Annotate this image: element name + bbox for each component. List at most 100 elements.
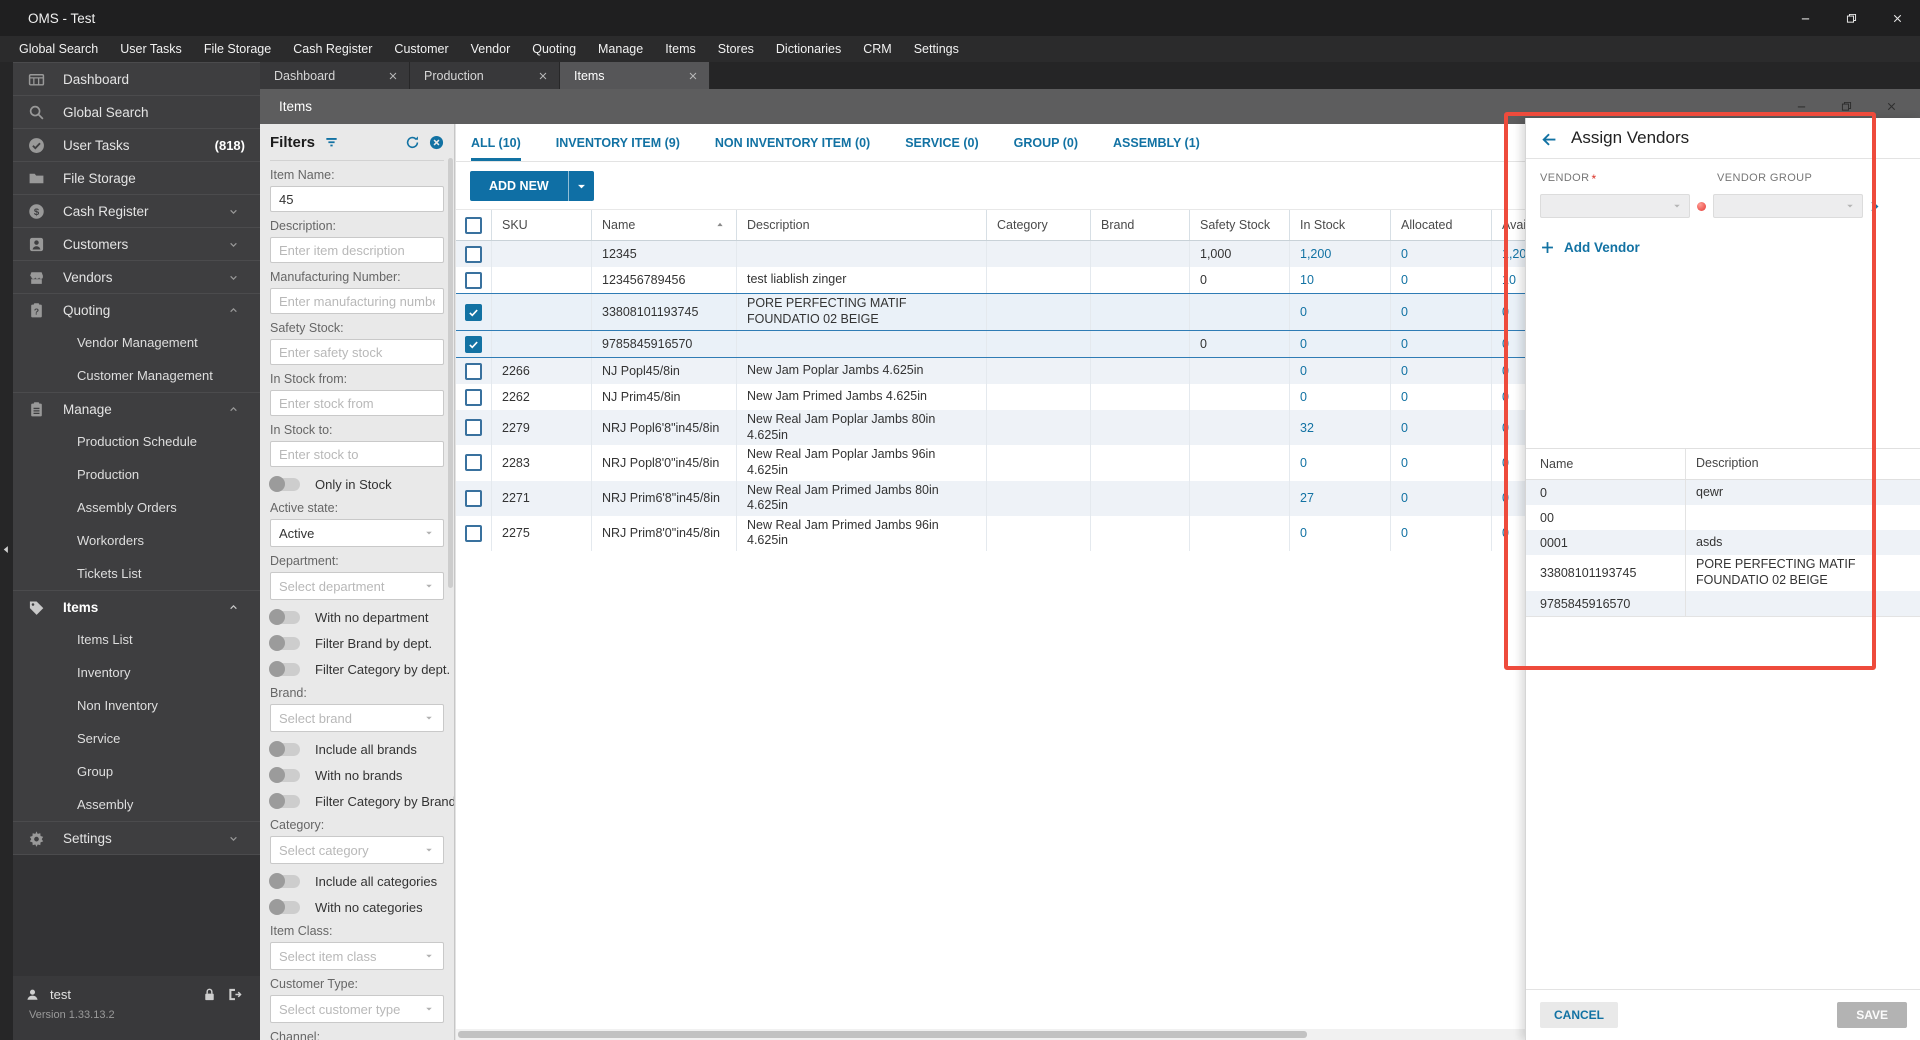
sidebar-item-non-inventory[interactable]: Non Inventory xyxy=(13,689,260,722)
column-header-allocated[interactable]: Allocated xyxy=(1391,210,1492,240)
only-in-stock-toggle[interactable]: Only in Stock xyxy=(269,475,444,493)
type-tab-all-10[interactable]: ALL (10) xyxy=(471,124,521,161)
sidebar-item-items-list[interactable]: Items List xyxy=(13,623,260,656)
sidebar-item-service[interactable]: Service xyxy=(13,722,260,755)
in-stock-to-input[interactable] xyxy=(270,441,444,467)
menu-item-quoting[interactable]: Quoting xyxy=(521,42,587,56)
vendor-select[interactable] xyxy=(1540,194,1690,218)
type-tab-non-inventory-item-0[interactable]: NON INVENTORY ITEM (0) xyxy=(715,124,870,161)
add-vendor-button[interactable]: Add Vendor xyxy=(1540,240,1920,255)
sidebar-item-production-schedule[interactable]: Production Schedule xyxy=(13,425,260,458)
column-header-name[interactable]: Name xyxy=(592,210,737,240)
toggle-pill[interactable] xyxy=(269,766,300,783)
sidebar-item-assembly[interactable]: Assembly xyxy=(13,788,260,821)
sidebar-item-manage[interactable]: Manage xyxy=(13,392,260,425)
minimize-button[interactable] xyxy=(1782,0,1828,36)
type-tab-inventory-item-9[interactable]: INVENTORY ITEM (9) xyxy=(556,124,680,161)
select-all-checkbox[interactable] xyxy=(465,216,482,234)
type-tab-service-0[interactable]: SERVICE (0) xyxy=(905,124,978,161)
row-checkbox[interactable] xyxy=(465,489,482,507)
close-icon[interactable] xyxy=(687,70,699,82)
toggle-pill[interactable] xyxy=(269,740,300,757)
menu-item-customer[interactable]: Customer xyxy=(383,42,459,56)
menu-item-cash-register[interactable]: Cash Register xyxy=(282,42,383,56)
refresh-filters-button[interactable] xyxy=(405,135,420,150)
row-checkbox[interactable] xyxy=(465,271,482,289)
sidebar-item-group[interactable]: Group xyxy=(13,755,260,788)
safety-stock-input[interactable] xyxy=(270,339,444,365)
toggle-pill[interactable] xyxy=(269,608,300,625)
cancel-button[interactable]: CANCEL xyxy=(1540,1002,1618,1028)
logout-button[interactable] xyxy=(227,987,242,1002)
row-checkbox[interactable] xyxy=(465,303,482,321)
column-header-brand[interactable]: Brand xyxy=(1091,210,1190,240)
include-all-brands-toggle[interactable]: Include all brands xyxy=(269,740,444,758)
toggle-pill[interactable] xyxy=(269,475,300,492)
restore-button[interactable] xyxy=(1828,0,1874,36)
sidebar-item-customers[interactable]: Customers xyxy=(13,227,260,260)
sidebar-item-dashboard[interactable]: Dashboard xyxy=(13,62,260,95)
sidebar-item-vendors[interactable]: Vendors xyxy=(13,260,260,293)
include-all-categories-toggle[interactable]: Include all categories xyxy=(269,872,444,890)
item-class-select[interactable]: Select item class xyxy=(270,942,444,970)
column-header-sku[interactable]: SKU xyxy=(492,210,592,240)
vendor-row[interactable]: 33808101193745 PORE PERFECTING MATIF FOUN… xyxy=(1526,555,1920,591)
menu-item-file-storage[interactable]: File Storage xyxy=(193,42,282,56)
column-header-description[interactable]: Description xyxy=(737,210,987,240)
vendor-group-select[interactable] xyxy=(1713,194,1863,218)
menu-item-stores[interactable]: Stores xyxy=(707,42,765,56)
select-all-header[interactable] xyxy=(456,210,492,240)
sidebar-item-production[interactable]: Production xyxy=(13,458,260,491)
department-select[interactable]: Select department xyxy=(270,572,444,600)
sidebar-item-global-search[interactable]: Global Search xyxy=(13,95,260,128)
vendor-row[interactable]: 0 qewr xyxy=(1526,480,1920,505)
manufacturing-number-input[interactable] xyxy=(270,288,444,314)
category-select[interactable]: Select category xyxy=(270,836,444,864)
with-no-categories-toggle[interactable]: With no categories xyxy=(269,898,444,916)
item-name-input[interactable] xyxy=(270,186,444,212)
row-checkbox[interactable] xyxy=(465,419,482,437)
sidebar-item-file-storage[interactable]: File Storage xyxy=(13,161,260,194)
type-tab-assembly-1[interactable]: ASSEMBLY (1) xyxy=(1113,124,1200,161)
row-checkbox[interactable] xyxy=(465,524,482,542)
in-stock-from-input[interactable] xyxy=(270,390,444,416)
menu-item-global-search[interactable]: Global Search xyxy=(8,42,109,56)
close-button[interactable] xyxy=(1874,0,1920,36)
row-checkbox[interactable] xyxy=(465,362,482,380)
scrollbar-thumb[interactable] xyxy=(458,1031,1308,1038)
sidebar-item-cash-register[interactable]: $ Cash Register xyxy=(13,194,260,227)
add-new-button[interactable]: ADD NEW xyxy=(470,171,568,201)
filter-category-by-dept-toggle[interactable]: Filter Category by dept. xyxy=(269,660,450,678)
clear-filters-button[interactable] xyxy=(429,135,444,150)
vendor-column-header-description[interactable]: Description xyxy=(1686,449,1920,479)
column-header-safety-stock[interactable]: Safety Stock xyxy=(1190,210,1290,240)
tab-items[interactable]: Items xyxy=(560,62,710,89)
sidebar-item-inventory[interactable]: Inventory xyxy=(13,656,260,689)
vendor-row[interactable]: 9785845916570 xyxy=(1526,591,1920,617)
menu-item-user-tasks[interactable]: User Tasks xyxy=(109,42,193,56)
brand-select[interactable]: Select brand xyxy=(270,704,444,732)
row-checkbox[interactable] xyxy=(465,245,482,263)
sidebar-item-workorders[interactable]: Workorders xyxy=(13,524,260,557)
filters-scrollbar-thumb[interactable] xyxy=(448,158,453,588)
sidebar-item-assembly-orders[interactable]: Assembly Orders xyxy=(13,491,260,524)
toggle-pill[interactable] xyxy=(269,660,300,677)
column-header-in-stock[interactable]: In Stock xyxy=(1290,210,1391,240)
description-input[interactable] xyxy=(270,237,444,263)
row-checkbox[interactable] xyxy=(465,388,482,406)
filter-brand-by-dept-toggle[interactable]: Filter Brand by dept. xyxy=(269,634,444,652)
back-button[interactable] xyxy=(1540,130,1557,147)
sidebar-item-settings[interactable]: Settings xyxy=(13,821,260,854)
menu-item-vendor[interactable]: Vendor xyxy=(460,42,522,56)
menu-item-manage[interactable]: Manage xyxy=(587,42,654,56)
with-no-department-toggle[interactable]: With no department xyxy=(269,608,444,626)
row-checkbox[interactable] xyxy=(465,335,482,353)
sidebar-item-user-tasks[interactable]: User Tasks (818) xyxy=(13,128,260,161)
filter-category-by-brand-toggle[interactable]: Filter Category by Brand xyxy=(269,792,454,810)
row-checkbox[interactable] xyxy=(465,454,482,472)
customer-type-select[interactable]: Select customer type xyxy=(270,995,444,1023)
chevron-right-icon[interactable] xyxy=(1868,200,1881,213)
sidebar-collapse-button[interactable] xyxy=(1,544,12,555)
sidebar-item-quoting[interactable]: ? Quoting xyxy=(13,293,260,326)
sidebar-item-tickets-list[interactable]: Tickets List xyxy=(13,557,260,590)
